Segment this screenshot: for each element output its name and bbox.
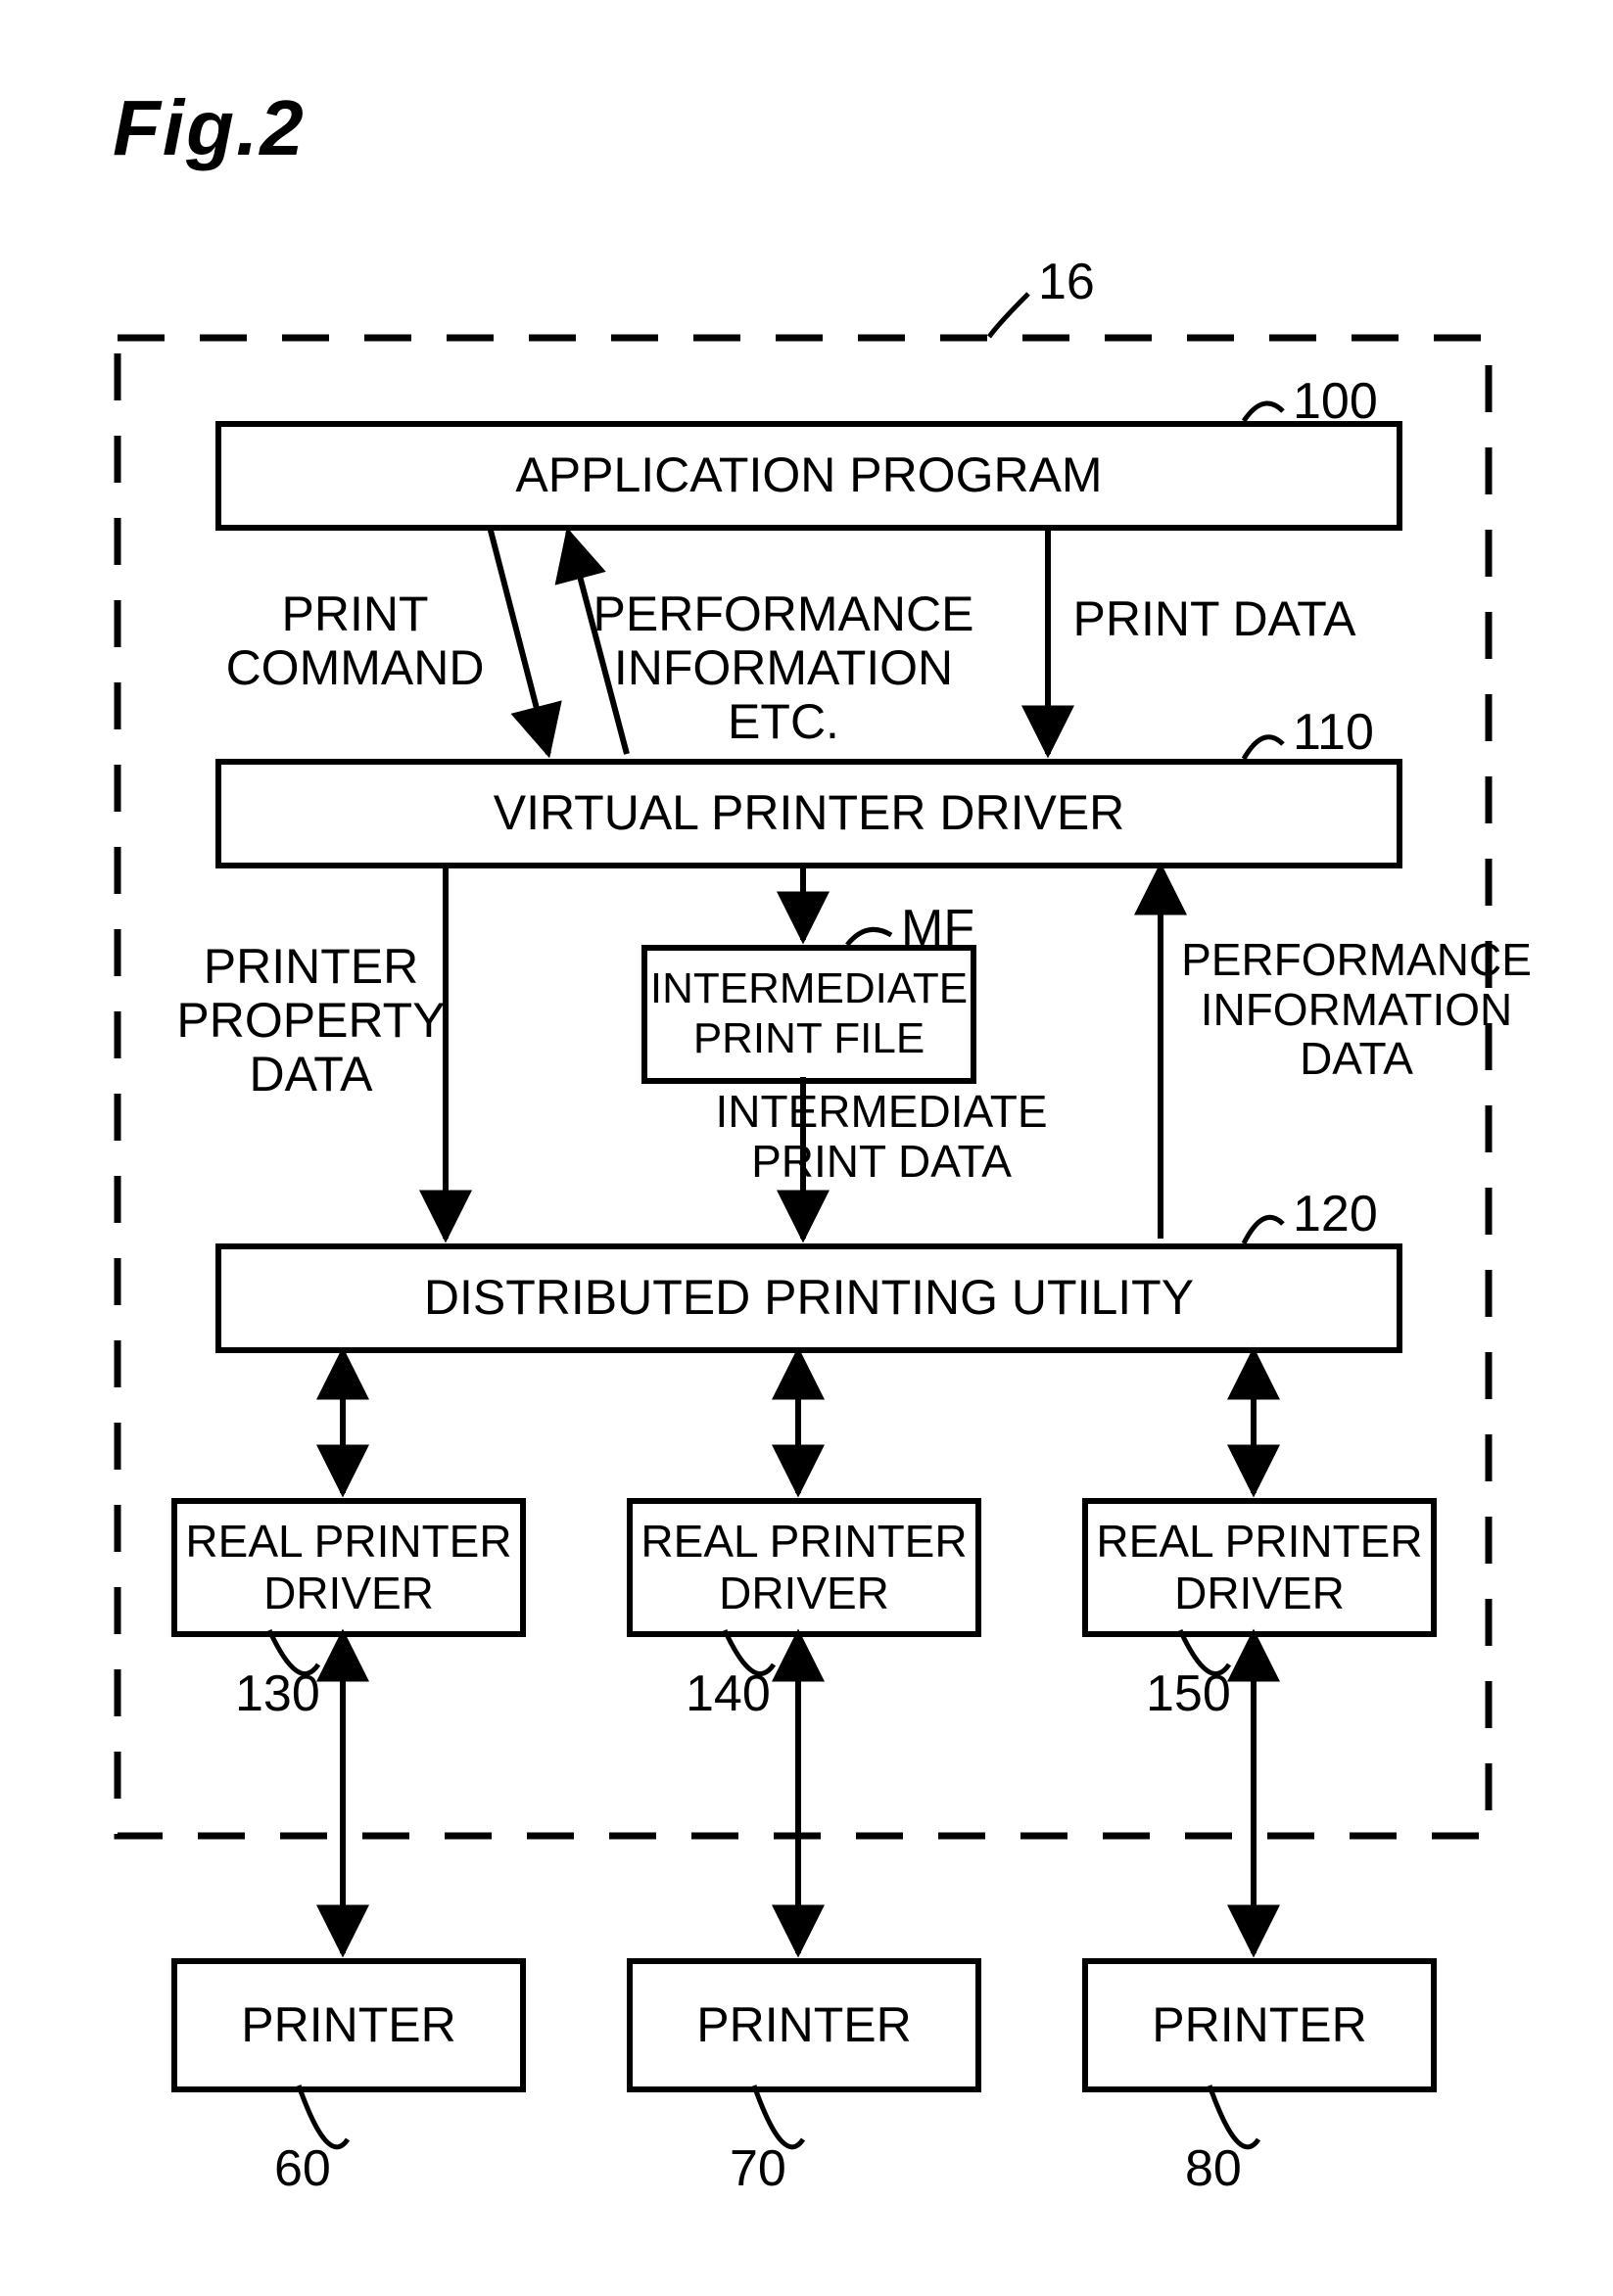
connector-layer <box>0 0 1613 2296</box>
diagram-page: Fig.2 16 100 110 MF 120 130 140 150 60 7… <box>0 0 1613 2296</box>
